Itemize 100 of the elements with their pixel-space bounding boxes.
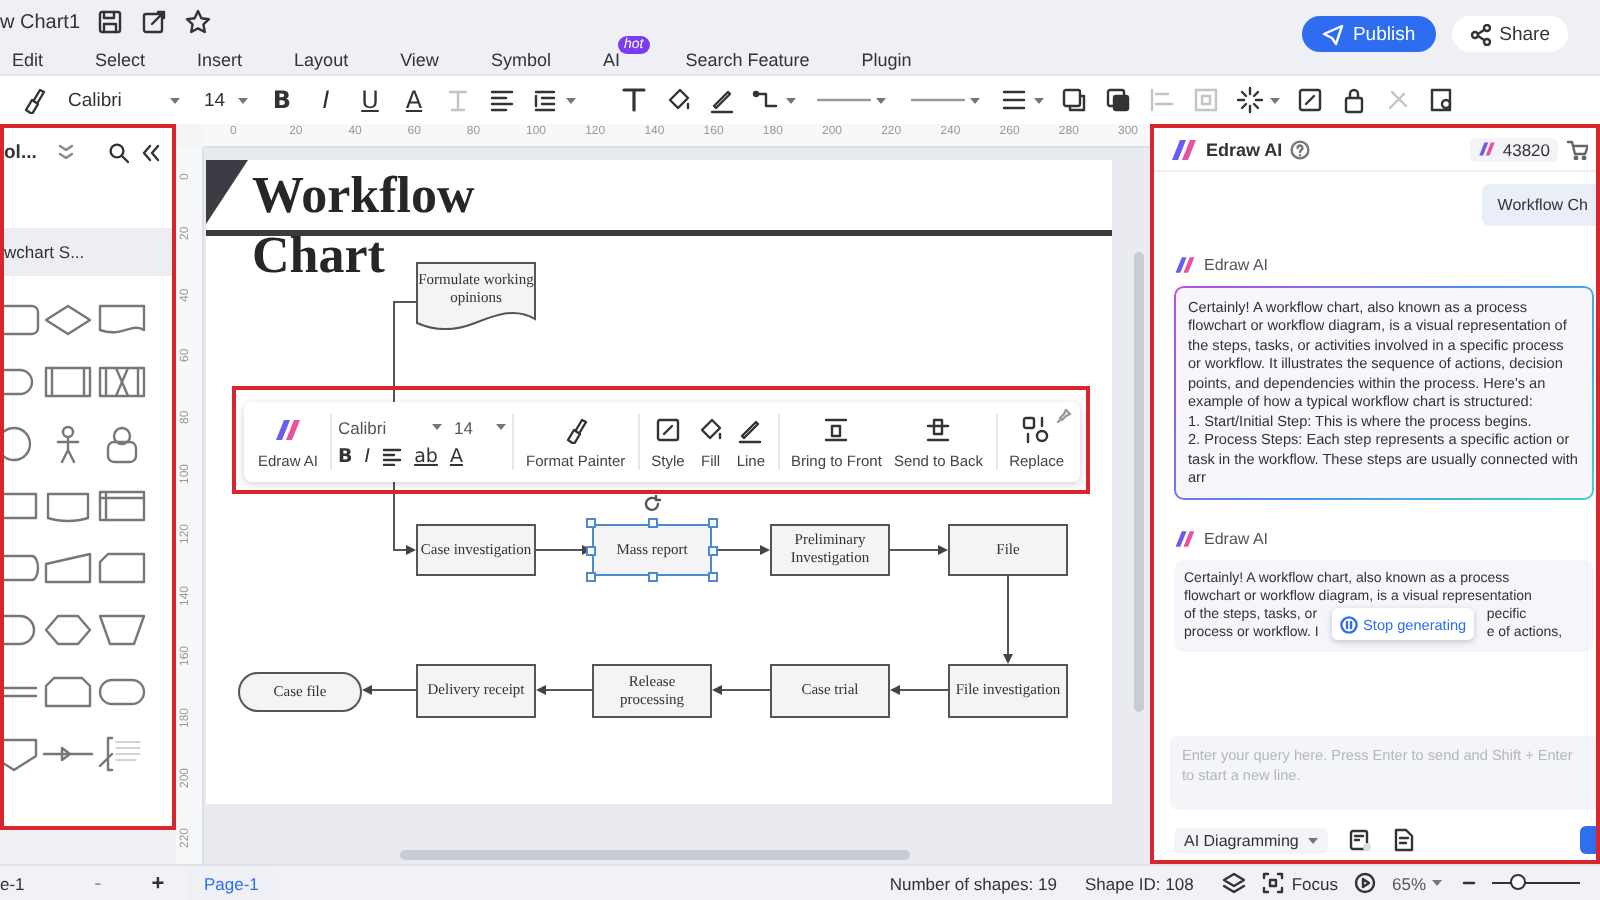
font-size-select[interactable]: 14 [200,84,252,116]
replace-icon [1022,415,1051,443]
sparkle-icon[interactable] [1236,86,1264,114]
menu-item[interactable]: Search Feature [685,49,810,69]
style-icon [653,415,682,443]
flowchart-shape-icon[interactable] [41,547,93,587]
focus-button[interactable]: Focus [1261,872,1338,894]
format-button[interactable]: ab [414,445,438,467]
search-icon[interactable] [108,141,130,163]
caret-icon [170,95,180,105]
menu-item[interactable]: Layout [294,49,349,69]
connector-line [712,685,771,695]
star-icon[interactable] [184,8,213,36]
save-icon[interactable] [96,8,125,36]
chevron-down-icon[interactable] [58,144,75,160]
export-icon[interactable] [140,8,169,36]
format-painter-icon[interactable] [20,86,48,114]
flowchart-shape-icon[interactable] [41,671,93,711]
lock-icon[interactable] [1340,86,1368,114]
flowchart-shape-icon[interactable] [95,485,147,525]
flowchart-shape-icon[interactable] [95,609,147,649]
group-icon[interactable] [1060,86,1088,114]
menu-item[interactable]: Select [95,49,146,69]
fill-bucket-icon [696,415,725,443]
font-select[interactable]: Calibri [64,84,184,116]
flowchart-shape-icon[interactable] [41,609,93,649]
format-button[interactable]: I [312,86,340,114]
menu-item[interactable]: View [400,49,439,69]
menu-item[interactable]: Edit [12,49,44,69]
flowchart-shape-icon[interactable] [95,299,147,339]
format-button[interactable]: B [338,445,353,467]
sender-name: Edraw AI [1204,529,1269,548]
zoom-out-icon[interactable] [1462,876,1476,890]
share-button[interactable]: Share [1451,16,1568,52]
caret-icon [1270,95,1280,105]
menu-item[interactable]: Insert [197,49,243,69]
edraw-ai-logo-icon [1174,527,1196,550]
panel-title: Edraw AI [1206,139,1283,159]
format-button[interactable]: I [364,445,371,467]
collapse-icon[interactable] [140,141,162,163]
stop-icon [1339,615,1358,634]
line-style-icon [816,94,872,106]
flowchart-shape-icon[interactable] [41,299,93,339]
document-title: w Chart1 [0,11,81,33]
caret-icon [1432,878,1442,888]
menu-item[interactable]: AI [602,49,620,69]
font-size-select[interactable]: 14 [454,417,507,437]
flowchart-shape-icon[interactable] [41,361,93,401]
play-icon[interactable] [1353,872,1376,894]
format-button[interactable]: A [400,86,428,114]
cart-icon[interactable] [1566,138,1588,160]
duplicate-icon[interactable] [1104,86,1132,114]
caret-icon [1308,835,1319,845]
flowchart-shape-icon[interactable] [95,547,147,587]
line-weight-icon[interactable] [1000,86,1028,114]
caret-icon [876,95,886,105]
pin-icon[interactable] [1056,408,1072,424]
publish-button[interactable]: Publish [1302,16,1436,52]
mode-select[interactable]: AI Diagramming [1174,827,1329,853]
format-painter-icon [561,415,590,443]
rotate-icon[interactable] [642,494,662,514]
format-button[interactable]: A [449,445,463,467]
connector-line [889,545,948,555]
format-button[interactable]: B [268,86,296,114]
page-menu[interactable]: e-1 [0,873,68,893]
font-select[interactable]: Calibri [338,417,443,437]
scrollbar[interactable] [400,850,910,860]
diagram-title: Workflow [252,166,475,226]
library-category[interactable]: wchart S... [4,228,172,276]
send-to-back-icon [924,415,953,443]
library-title[interactable]: ol... [4,141,37,163]
line-spacing-icon[interactable] [532,86,560,114]
help-icon[interactable] [1290,139,1311,159]
connector-line [362,685,417,695]
style-icon[interactable] [1296,86,1324,114]
align-icon[interactable] [488,86,516,114]
focus-icon [1261,872,1284,894]
flowchart-shape-icon[interactable] [95,361,147,401]
align-icon[interactable] [382,446,403,466]
fill-bucket-icon[interactable] [664,86,692,114]
menu-item[interactable]: Symbol [490,49,551,69]
send-button[interactable] [1580,826,1596,854]
template-icon[interactable] [1348,828,1373,852]
format-button[interactable]: U [356,86,384,114]
credits-value: 43820 [1502,139,1550,159]
caret-icon [970,95,980,105]
zoom-select[interactable]: 65% [1391,873,1442,893]
find-icon[interactable] [1428,86,1456,114]
edraw-ai-logo-icon [1170,135,1198,163]
sender-name: Edraw AI [1204,256,1269,274]
caret-icon [1034,95,1044,105]
file-add-icon[interactable] [1392,828,1417,852]
layers-icon[interactable] [1221,871,1246,895]
page-button[interactable]: + [128,871,188,895]
pen-icon [736,415,765,443]
scrollbar[interactable] [1134,252,1144,712]
menu-item[interactable]: Plugin [861,49,912,69]
pen-icon[interactable] [708,86,736,114]
connector-line [1003,575,1013,664]
text-tool-icon[interactable] [620,86,648,114]
